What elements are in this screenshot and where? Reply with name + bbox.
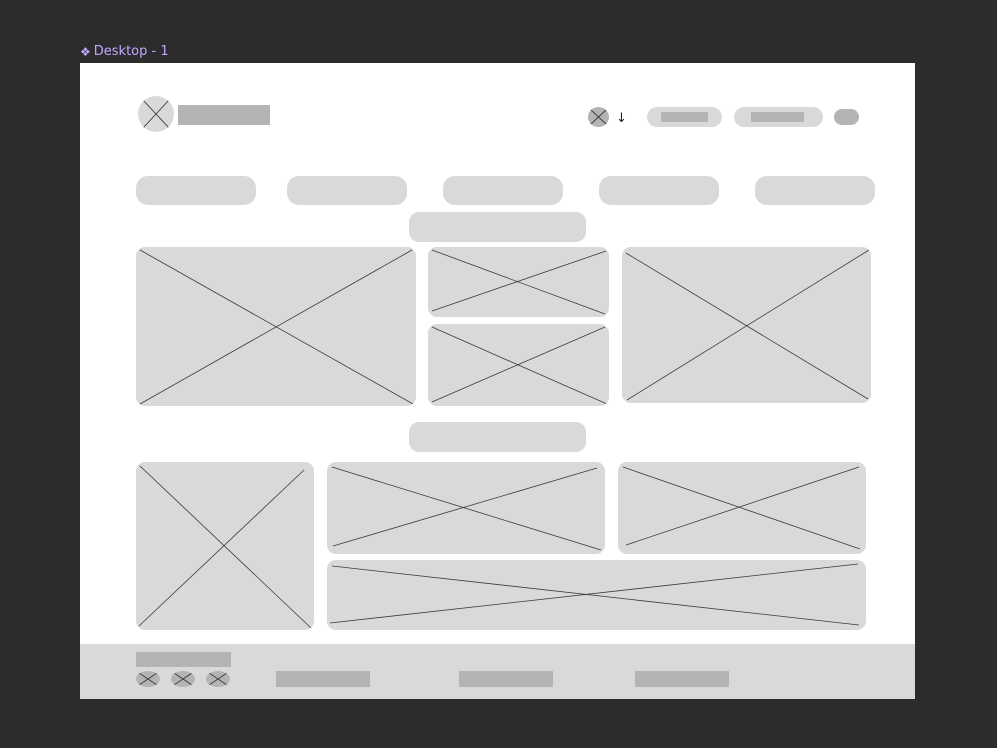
image-placeholder-large-left[interactable] xyxy=(136,247,416,406)
header-button-1-label xyxy=(661,112,708,122)
section-1-heading xyxy=(409,212,586,242)
image-placeholder-large-right[interactable] xyxy=(622,247,871,403)
section-2-heading xyxy=(409,422,586,452)
footer-link-3[interactable] xyxy=(635,671,729,687)
header-button-1[interactable] xyxy=(647,107,722,127)
image-placeholder-middle-top[interactable] xyxy=(428,247,609,317)
image-placeholder-wide-middle[interactable] xyxy=(327,462,605,554)
arrow-down-icon[interactable]: ↓ xyxy=(616,112,627,126)
footer-link-2[interactable] xyxy=(459,671,553,687)
frame-name: Desktop - 1 xyxy=(93,44,169,59)
footer-link-1[interactable] xyxy=(276,671,370,687)
footer-brand-placeholder xyxy=(136,652,231,667)
nav-item-2[interactable] xyxy=(287,176,407,205)
social-icon-3[interactable] xyxy=(206,671,230,687)
social-icon-1[interactable] xyxy=(136,671,160,687)
header-button-2-label xyxy=(751,112,804,122)
logo-placeholder-icon[interactable] xyxy=(138,96,174,132)
image-placeholder-banner[interactable] xyxy=(327,560,866,630)
image-placeholder-middle-bottom[interactable] xyxy=(428,324,609,406)
nav-item-5[interactable] xyxy=(755,176,875,205)
component-diamond-icon: ❖ xyxy=(80,45,91,59)
nav-item-3[interactable] xyxy=(443,176,563,205)
frame-label[interactable]: ❖ Desktop - 1 xyxy=(80,44,169,60)
footer xyxy=(80,644,915,699)
nav-item-1[interactable] xyxy=(136,176,256,205)
language-icon[interactable] xyxy=(588,107,609,127)
social-icon-2[interactable] xyxy=(171,671,195,687)
desktop-frame: ↓ xyxy=(80,63,915,699)
image-placeholder-wide-right[interactable] xyxy=(618,462,866,554)
brand-name-placeholder xyxy=(178,105,270,125)
header-button-2[interactable] xyxy=(734,107,823,127)
nav-item-4[interactable] xyxy=(599,176,719,205)
image-placeholder-square-left[interactable] xyxy=(136,462,314,630)
header-small-button[interactable] xyxy=(834,109,859,125)
